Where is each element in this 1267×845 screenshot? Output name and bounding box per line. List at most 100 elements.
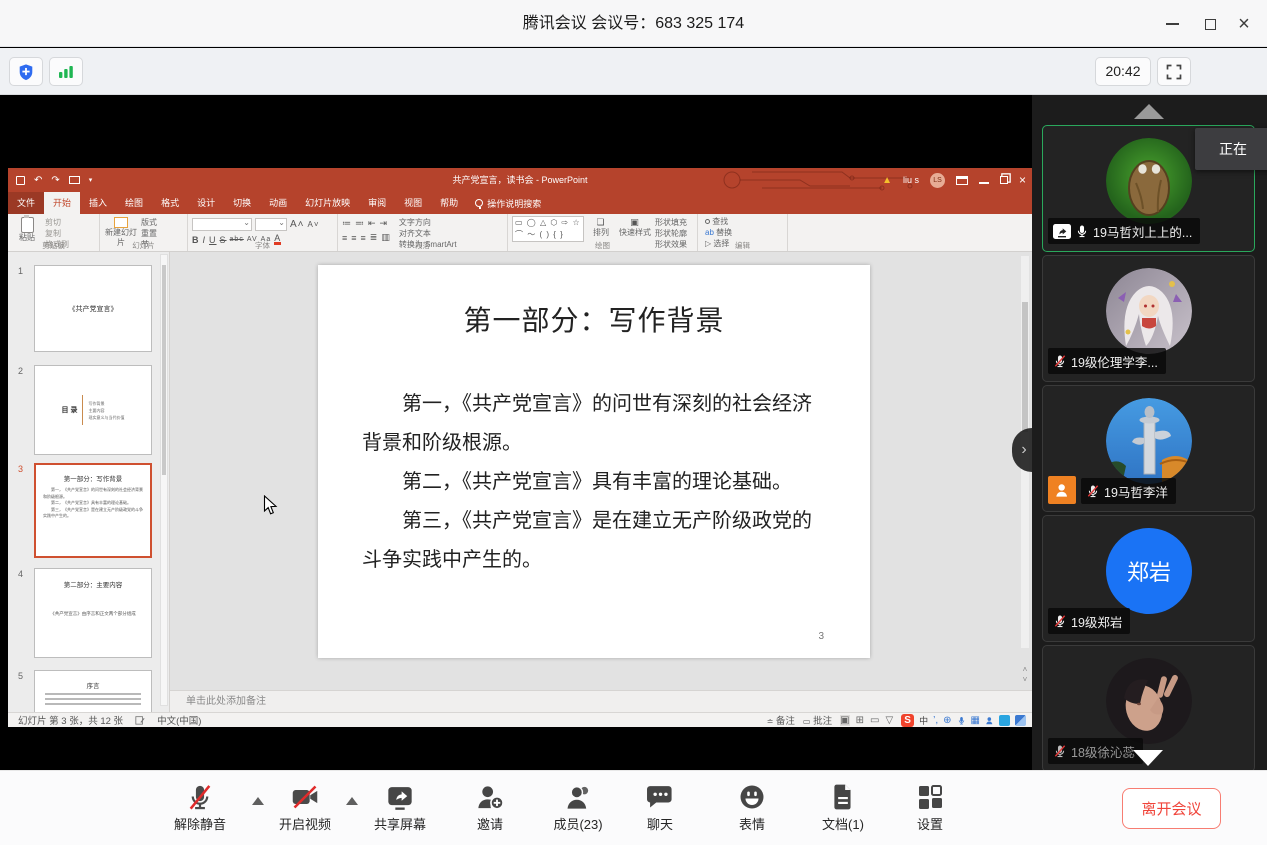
tab-format[interactable]: 格式 [152,192,188,214]
ime-toolbox-icon[interactable] [1015,715,1026,726]
ppt-account-avatar[interactable]: LS [930,173,945,188]
notes-toggle[interactable]: ≐ 备注 [767,713,795,727]
arrange-button[interactable]: ❏ 排列 [584,217,618,238]
numbering-icon[interactable]: ≕ [355,218,365,229]
scroll-down-arrow[interactable] [1133,750,1163,766]
font-name-dropdown[interactable] [192,218,252,231]
emoji-button[interactable]: 表情 [714,783,790,833]
bullets-icon[interactable]: ≔ [342,218,352,229]
shrink-font-icon[interactable]: A˅ [308,220,320,229]
current-slide-canvas[interactable]: 第一部分：写作背景 第一，《共产党宣言》的问世有深刻的社会经济背景和阶级根源。 … [318,265,870,658]
slide-nav-arrows[interactable]: ˄˅ [1020,666,1030,684]
thumbnail-scrollbar[interactable] [160,254,168,706]
thumb-number: 4 [18,569,30,579]
normal-view-icon[interactable]: ▣ [840,715,849,726]
slide-thumbnail-5[interactable]: 序言 [34,670,152,712]
reading-view-icon[interactable]: ▭ [870,715,879,726]
slide-thumbnail-3-current[interactable]: 第一部分：写作背景 第一，《共产党宣言》的问世有深刻的社会经济背景和阶级根源。 … [34,463,152,558]
ppt-status-bar: 幻灯片 第 3 张，共 12 张 中文(中国) ≐ 备注 ▭ 批注 ▣ ⊞ ▭ … [8,712,1032,727]
slide-thumbnail-2[interactable]: 目 录 写作背景 主要内容 现实意义与当代价值 [34,365,152,455]
fullscreen-button[interactable] [1157,57,1191,86]
shapes-gallery[interactable]: ▭ ◯ △ ⬡ ⇨ ☆⌒ 〜 ( ) { } [512,216,584,242]
video-options-caret[interactable] [346,797,358,805]
tab-home[interactable]: 开始 [44,192,80,214]
unmute-button[interactable]: 解除静音 [162,783,238,833]
start-video-button[interactable]: 开启视频 [267,783,343,833]
ime-mode-icon[interactable]: 中 [919,714,928,727]
find-button[interactable]: 查找 [705,217,783,227]
ime-fullwidth-icon[interactable]: ⊕ [943,715,951,726]
tab-animations[interactable]: 动画 [260,192,296,214]
participant-tile-4[interactable]: 郑岩 19级郑岩 [1042,515,1255,642]
slide-thumbnail-4[interactable]: 第二部分：主要内容 《共产党宣言》由序言和正文两个部分组成 [34,568,152,658]
fullscreen-icon [1166,64,1182,80]
tab-review[interactable]: 审阅 [359,192,395,214]
network-status-button[interactable] [49,57,83,86]
ime-voice-icon[interactable] [957,715,966,726]
slide-sorter-icon[interactable]: ⊞ [856,715,864,726]
ppt-close-icon[interactable]: × [1019,173,1026,187]
ppt-account-name[interactable]: liu s [903,175,919,185]
ppt-tab-row: 文件 开始 插入 绘图 格式 设计 切换 动画 幻灯片放映 审阅 视图 帮助 操… [8,192,1032,214]
tab-insert[interactable]: 插入 [80,192,116,214]
ime-keyboard-icon[interactable]: ▦ [971,715,980,726]
participant-tile-2[interactable]: 19级伦理学李... [1042,255,1255,382]
comments-toggle[interactable]: ▭ 批注 [803,713,832,727]
sogou-logo-icon[interactable]: S [901,714,914,727]
layout-button[interactable]: 版式 [141,218,157,228]
cut-button[interactable]: 剪切 [45,218,69,228]
ime-toolbar[interactable]: S 中 ’, ⊕ ▦ [901,714,1026,727]
tab-draw[interactable]: 绘图 [116,192,152,214]
ime-account-icon[interactable] [985,716,994,725]
ppt-minimize-icon[interactable] [979,182,989,184]
tell-me-search[interactable]: 操作说明搜索 [475,192,541,214]
close-button[interactable]: × [1231,11,1257,37]
indent-decrease-icon[interactable]: ⇤ [368,218,377,229]
tab-help[interactable]: 帮助 [431,192,467,214]
scroll-up-arrow[interactable] [1134,104,1164,119]
camera-muted-icon [290,783,320,811]
settings-button[interactable]: 设置 [892,783,968,833]
share-screen-button[interactable]: 共享屏幕 [362,783,438,833]
members-button[interactable]: 成员(23) [540,783,616,833]
grow-font-icon[interactable]: A˄ [290,219,305,230]
tab-view[interactable]: 视图 [395,192,431,214]
quick-styles-button[interactable]: ▣ 快速样式 [618,217,652,238]
align-text-button[interactable]: 对齐文本 [399,229,457,239]
indent-increase-icon[interactable]: ⇥ [380,218,389,229]
tab-slideshow[interactable]: 幻灯片放映 [296,192,359,214]
participants-sidebar: 19马哲刘上上的... 19级伦理学李... [1032,95,1267,770]
tab-file[interactable]: 文件 [8,192,44,214]
ribbon-display-icon[interactable] [956,176,968,185]
ribbon-group-font: A˄ A˅ B I U S abc AV Aa A 字体 [188,214,338,251]
ime-punct-icon[interactable]: ’, [933,715,938,726]
docs-button[interactable]: 文档(1) [805,783,881,833]
minimize-button[interactable] [1159,11,1185,37]
tab-design[interactable]: 设计 [188,192,224,214]
slide-counter: 幻灯片 第 3 张，共 12 张 [18,713,123,727]
copy-button[interactable]: 复制 [45,229,69,239]
reset-button[interactable]: 重置 [141,229,157,239]
meeting-security-button[interactable] [9,57,43,86]
tencent-meeting-window: 腾讯会议 会议号：683 325 174 × 20:42 [0,0,1267,845]
slide-thumbnail-1[interactable]: 《共产党宣言》 [34,265,152,352]
shape-outline-button[interactable]: 形状轮廓 [655,229,687,239]
language-status[interactable]: 中文(中国) [157,713,201,727]
invite-button[interactable]: 邀请 [452,783,528,833]
chat-button[interactable]: 聊天 [622,783,698,833]
font-size-dropdown[interactable] [255,218,287,231]
arrange-icon: ❏ [596,217,605,228]
ime-skin-icon[interactable] [999,715,1010,726]
maximize-button[interactable] [1197,11,1223,37]
mic-options-caret[interactable] [252,797,264,805]
replace-button[interactable]: ab 替换 [705,228,783,238]
leave-meeting-button[interactable]: 离开会议 [1122,788,1221,829]
shape-fill-button[interactable]: 形状填充 [655,218,687,228]
slideshow-view-icon[interactable]: ▽ [885,715,893,726]
notes-placeholder[interactable]: 单击此处添加备注 [170,690,1032,712]
participant-tile-3[interactable]: 19马哲李洋 [1042,385,1255,512]
ppt-restore-icon[interactable] [1000,176,1008,184]
spellcheck-icon[interactable] [135,715,145,725]
text-direction-button[interactable]: 文字方向 [399,218,457,228]
tab-transitions[interactable]: 切换 [224,192,260,214]
